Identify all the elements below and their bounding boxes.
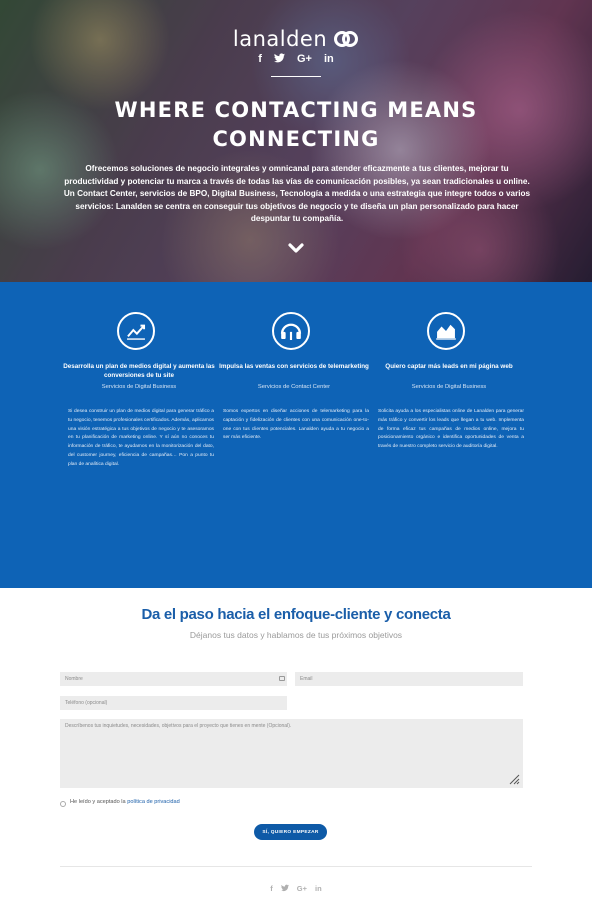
- privacy-consent-label: He leído y aceptado la política de priva…: [70, 799, 180, 805]
- area-chart-icon: [427, 312, 465, 350]
- double-ring-logo-icon: [334, 31, 359, 47]
- hero-section: lanalden f G+ in WHERE CONTACTING MEANS …: [0, 0, 592, 282]
- service-title: Impulsa las ventas con servicios de tele…: [219, 363, 369, 370]
- google-plus-icon[interactable]: G+: [297, 53, 312, 65]
- hero-divider: [271, 76, 321, 77]
- service-subtitle: Servicios de Contact Center: [257, 384, 331, 390]
- privacy-policy-link[interactable]: política de privacidad: [127, 799, 180, 805]
- brand-logo[interactable]: lanalden: [0, 27, 592, 51]
- resize-handle-icon[interactable]: [508, 773, 520, 785]
- privacy-checkbox[interactable]: [60, 801, 66, 807]
- contact-card-icon: [279, 676, 285, 681]
- consent-text: He leído y aceptado la: [70, 799, 128, 805]
- service-text: Somos expertos en diseñar acciones de te…: [223, 409, 369, 441]
- form-subtitle: Déjanos tus datos y hablamos de tus próx…: [189, 630, 403, 640]
- facebook-icon[interactable]: f: [258, 53, 262, 65]
- email-field[interactable]: [295, 672, 523, 686]
- footer-divider: [60, 866, 532, 867]
- linkedin-icon[interactable]: in: [324, 53, 334, 65]
- twitter-icon[interactable]: [273, 53, 285, 63]
- message-field[interactable]: [60, 719, 523, 788]
- hero-description: Ofrecemos soluciones de negocio integral…: [63, 164, 531, 224]
- service-text: Si desea construir un plan de medios dig…: [68, 409, 214, 467]
- form-title: Da el paso hacia el enfoque-cliente y co…: [141, 606, 451, 623]
- footer-social-links: f G+ in: [0, 884, 592, 893]
- hero-social-links: f G+ in: [0, 53, 592, 65]
- services-section: Desarrolla un plan de medios digital y a…: [0, 282, 592, 588]
- google-plus-icon[interactable]: G+: [297, 884, 307, 893]
- service-title: Quiero captar más leads en mi página web: [385, 363, 513, 370]
- service-text: Solicita ayuda a los especialistas onlin…: [378, 409, 524, 450]
- linkedin-icon[interactable]: in: [315, 884, 322, 893]
- facebook-icon[interactable]: f: [270, 884, 273, 893]
- chevron-down-icon[interactable]: [282, 240, 310, 258]
- headset-icon: [272, 312, 310, 350]
- phone-field[interactable]: [60, 696, 287, 710]
- submit-button[interactable]: SÍ, QUIERO EMPEZAR: [254, 824, 327, 840]
- hero-title: WHERE CONTACTING MEANS CONNECTING: [114, 98, 478, 151]
- name-field[interactable]: [60, 672, 287, 686]
- chart-up-icon: [117, 312, 155, 350]
- service-subtitle: Servicios de Digital Business: [411, 384, 487, 390]
- service-title: Desarrolla un plan de medios digital y a…: [63, 363, 215, 379]
- brand-name: lanalden: [232, 27, 328, 51]
- service-subtitle: Servicios de Digital Business: [101, 384, 177, 390]
- twitter-icon[interactable]: [280, 884, 289, 892]
